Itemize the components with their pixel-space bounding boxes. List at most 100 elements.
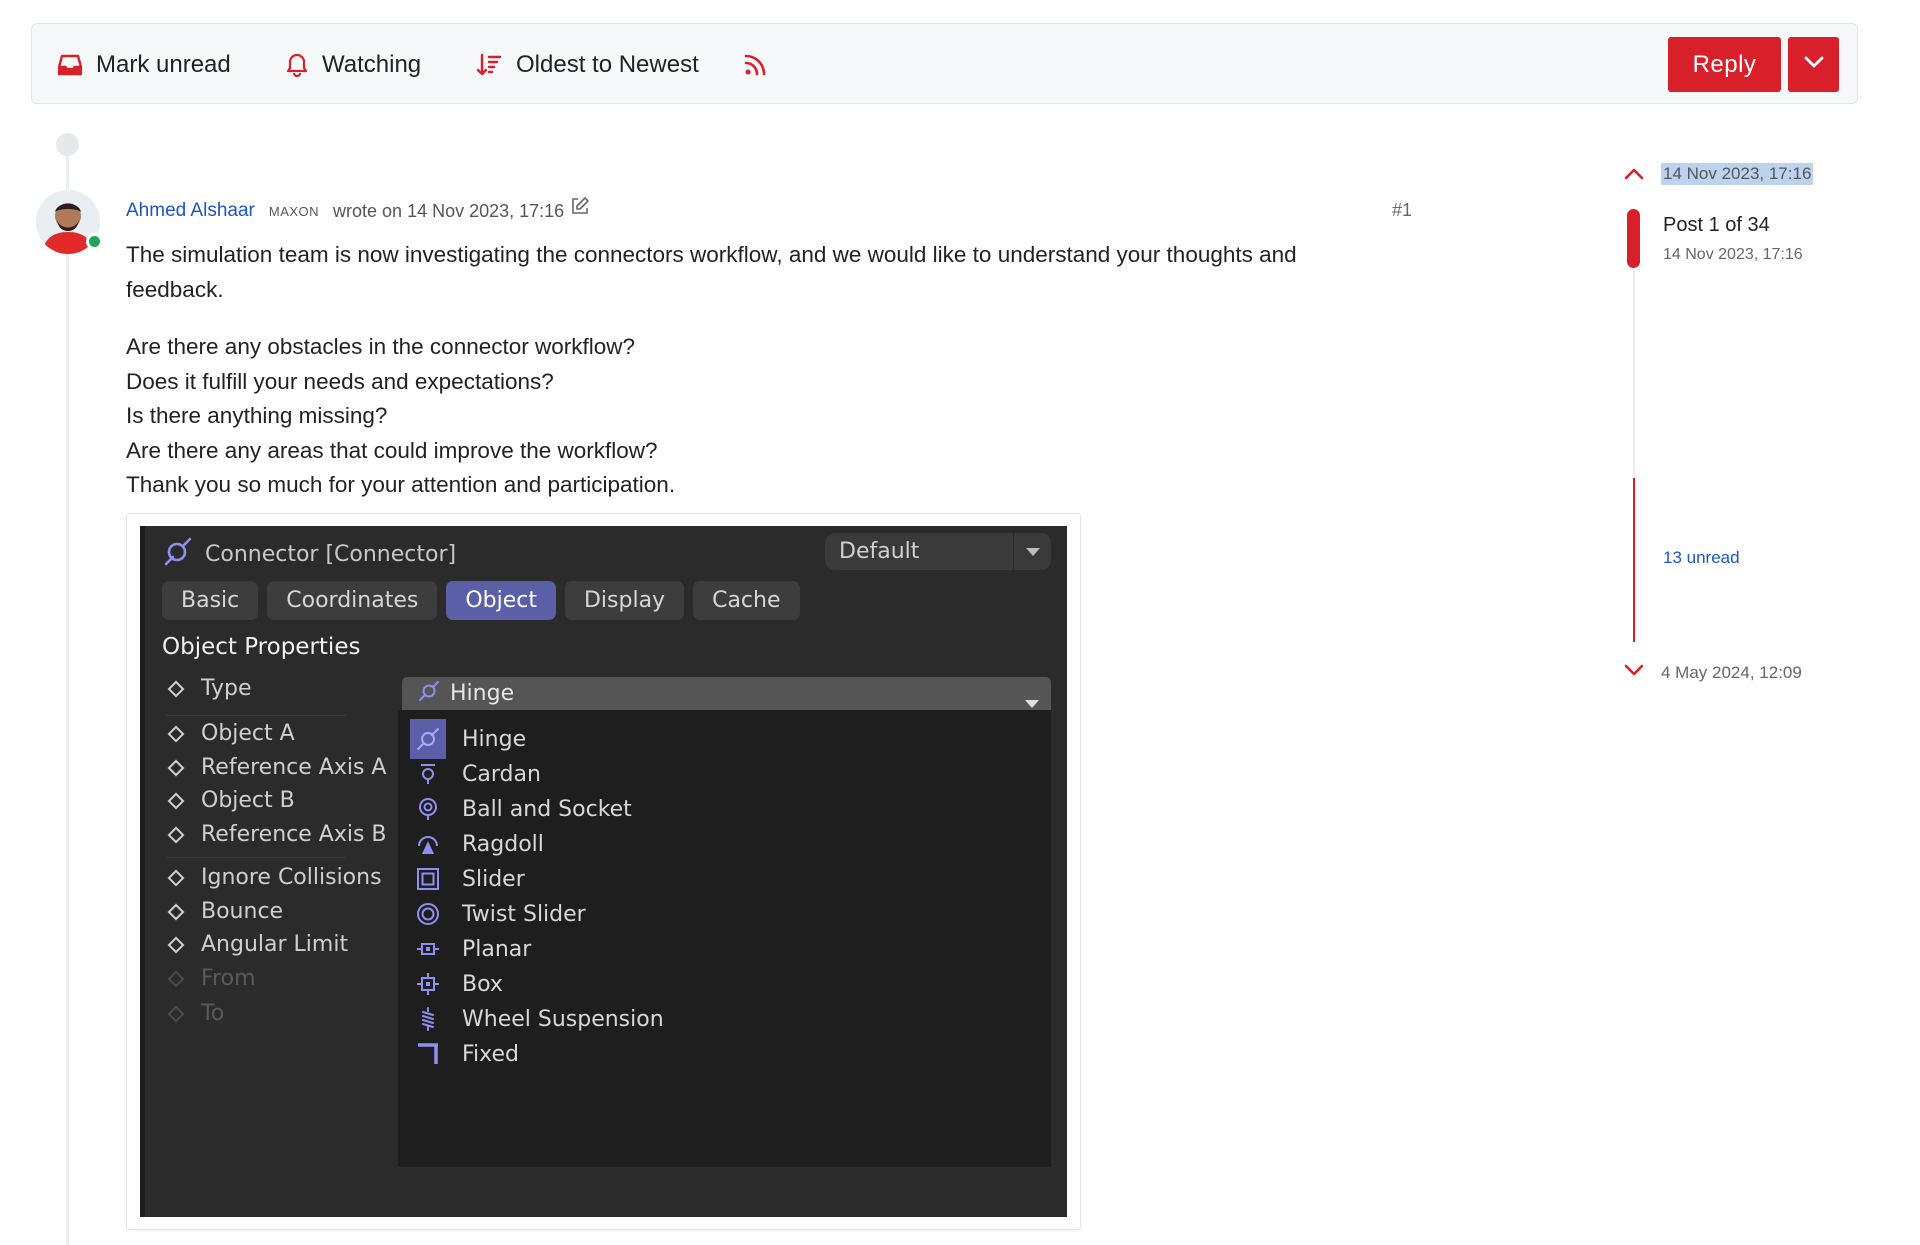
property-row: From — [166, 966, 256, 991]
twist-slider-icon — [410, 894, 446, 934]
keyframe-diamond-icon — [167, 903, 185, 920]
hinge-icon — [410, 719, 446, 759]
property-label: Reference Axis B — [201, 822, 387, 847]
menu-item-label: Fixed — [462, 1041, 520, 1067]
scroller-handle[interactable] — [1627, 209, 1640, 268]
preset-dropdown: Default — [825, 533, 1051, 570]
property-row: Type — [166, 676, 252, 701]
connector-icon — [163, 536, 193, 572]
cardan-icon — [410, 754, 446, 794]
rss-button[interactable] — [743, 24, 767, 105]
property-label: Reference Axis A — [201, 755, 387, 780]
menu-item: Slider — [410, 859, 525, 899]
chevron-up-icon — [1624, 167, 1644, 184]
reply-options-button[interactable] — [1788, 37, 1839, 92]
keyframe-diamond-icon — [167, 725, 185, 742]
topic-toolbar: Mark unread Watching Oldest to Newest Re… — [31, 23, 1858, 104]
menu-item-label: Slider — [462, 866, 525, 892]
post-timestamp[interactable]: wrote on 14 Nov 2023, 17:16 — [333, 201, 564, 222]
property-label: Ignore Collisions — [201, 865, 382, 890]
post-line: Are there any obstacles in the connector… — [126, 334, 636, 359]
author-name[interactable]: Ahmed Alshaar — [126, 200, 255, 222]
property-row: Ignore Collisions — [166, 865, 382, 890]
ragdoll-icon — [410, 824, 446, 864]
property-label: Object B — [201, 788, 295, 813]
keyframe-diamond-icon — [167, 792, 185, 809]
inbox-icon — [58, 54, 82, 76]
mark-unread-label: Mark unread — [96, 50, 231, 78]
post-number[interactable]: #1 — [1392, 200, 1412, 221]
post-position-date: 14 Nov 2023, 17:16 — [1663, 246, 1803, 263]
chevron-down-icon — [1624, 664, 1644, 682]
rss-icon — [743, 53, 767, 77]
caret-down-icon — [1013, 533, 1051, 570]
scroll-to-top-button[interactable] — [1624, 166, 1644, 185]
post-line: Does it fulfill your needs and expectati… — [126, 368, 554, 394]
ball-and-socket-icon — [410, 789, 446, 829]
mark-unread-button[interactable]: Mark unread — [58, 24, 231, 105]
menu-item: Fixed — [410, 1034, 519, 1074]
menu-item-label: Ragdoll — [462, 831, 544, 857]
box-joint-icon — [410, 964, 446, 1004]
tab-display: Display — [564, 581, 685, 620]
type-select: Hinge — [402, 677, 1051, 710]
property-row: Angular Limit — [166, 932, 348, 957]
menu-item-label: Planar — [462, 936, 532, 962]
tab-object: Object — [446, 581, 556, 620]
fixed-icon — [410, 1034, 446, 1074]
panel-title-text: Connector [Connector] — [205, 541, 457, 567]
group-badge[interactable]: MAXON — [269, 204, 319, 219]
property-label: To — [201, 1001, 225, 1026]
post-line: Thank you so much for your attention and… — [126, 472, 676, 497]
menu-item: Planar — [410, 929, 531, 969]
property-row: To — [166, 1001, 224, 1026]
type-dropdown-menu: Hinge Cardan Ball and Socket Ragdoll Sli… — [398, 710, 1051, 1167]
scroll-to-bottom-button[interactable] — [1624, 664, 1644, 683]
post-content: The simulation team is now investigating… — [126, 238, 1356, 503]
connector-attribute-panel: Connector [Connector] Default Basic Coor… — [140, 526, 1067, 1217]
keyframe-diamond-icon — [167, 1005, 185, 1022]
property-row: Reference Axis B — [166, 822, 387, 847]
menu-item-label: Cardan — [462, 761, 541, 787]
post-line: Is there anything missing? — [126, 403, 388, 428]
property-row: Bounce — [166, 899, 283, 924]
timeline-line — [66, 156, 69, 1245]
post-paragraph: The simulation team is now investigating… — [126, 242, 1297, 302]
tab-cache: Cache — [693, 581, 800, 620]
hinge-icon — [418, 680, 440, 708]
tab-coordinates: Coordinates — [267, 581, 438, 620]
keyframe-diamond-icon — [167, 680, 185, 697]
unread-link[interactable]: 13 unread — [1663, 548, 1740, 568]
type-select-value: Hinge — [450, 681, 515, 706]
property-label: From — [201, 966, 256, 991]
watching-label: Watching — [322, 50, 422, 78]
last-post-date[interactable]: 4 May 2024, 12:09 — [1661, 663, 1802, 683]
reply-button[interactable]: Reply — [1668, 37, 1781, 92]
menu-item: Hinge — [410, 719, 526, 759]
slider-icon — [410, 859, 446, 899]
online-status-dot — [86, 233, 103, 250]
watching-button[interactable]: Watching — [286, 24, 421, 105]
property-row: Object B — [166, 788, 295, 813]
menu-item: Cardan — [410, 754, 541, 794]
tab-basic: Basic — [162, 581, 259, 620]
keyframe-diamond-icon — [167, 759, 185, 776]
embedded-screenshot[interactable]: Connector [Connector] Default Basic Coor… — [126, 513, 1081, 1230]
sort-button[interactable]: Oldest to Newest — [476, 24, 699, 105]
timeline-dot — [56, 133, 79, 156]
sort-label: Oldest to Newest — [516, 50, 699, 78]
post-position: Post 1 of 34 — [1663, 214, 1770, 236]
menu-item-label: Box — [462, 971, 503, 997]
post-header: Ahmed Alshaar MAXON wrote on 14 Nov 2023… — [126, 196, 590, 224]
first-post-date[interactable]: 14 Nov 2023, 17:16 — [1661, 163, 1814, 185]
keyframe-diamond-icon — [167, 970, 185, 987]
menu-item-label: Twist Slider — [462, 901, 586, 927]
menu-item-label: Ball and Socket — [462, 796, 632, 822]
property-label: Type — [201, 676, 252, 701]
planar-icon — [410, 929, 446, 969]
menu-item: Twist Slider — [410, 894, 586, 934]
property-label: Bounce — [201, 899, 284, 924]
post-line: Are there any areas that could improve t… — [126, 437, 658, 463]
property-label: Angular Limit — [201, 932, 349, 957]
menu-item: Ball and Socket — [410, 789, 632, 829]
